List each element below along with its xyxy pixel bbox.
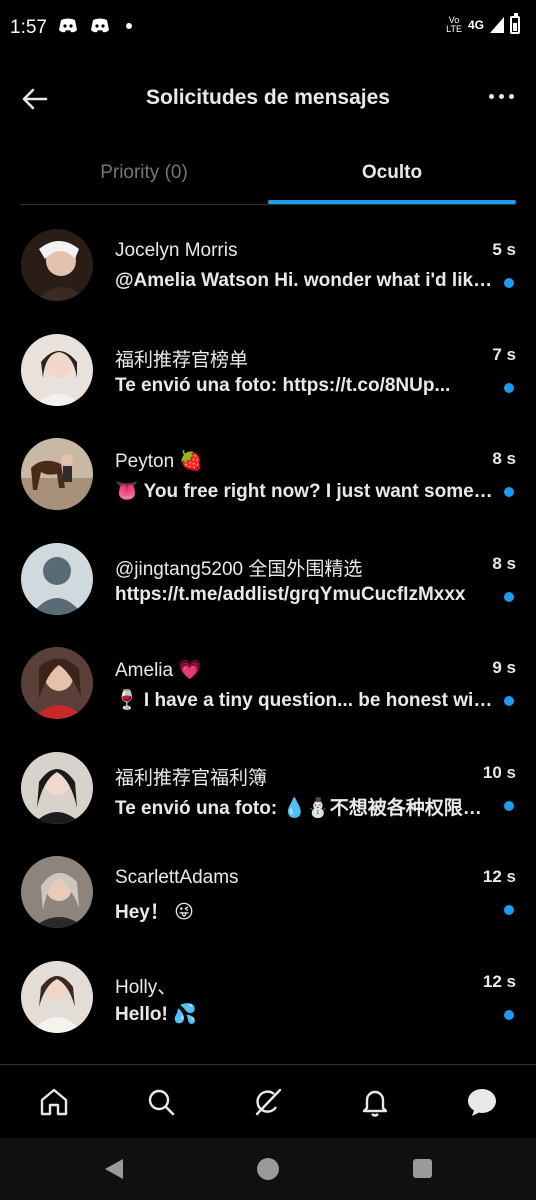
message-preview: Te envió una foto: 💧⛄不想被各种权限限制 [115, 797, 493, 819]
tab-bar: Priority (0) Oculto [20, 142, 516, 205]
nav-search[interactable] [137, 1078, 185, 1126]
unread-indicator [504, 1009, 514, 1020]
message-preview: 👅 You free right now? I just want some f… [115, 481, 493, 502]
message-preview: @Amelia Watson Hi. wonder what i'd like … [115, 270, 493, 291]
more-notifications-dot [126, 23, 132, 29]
sender-name: 福利推荐官榜单 [115, 349, 249, 371]
timestamp: 8 s [492, 449, 516, 468]
timestamp: 9 s [492, 658, 516, 677]
unread-indicator [504, 800, 514, 811]
conversation-item[interactable]: ScarlettAdams 12 s Hey！ 😜 [0, 839, 536, 944]
discord-icon [91, 18, 109, 33]
sender-name: Jocelyn Morris [115, 240, 238, 261]
more-options-button[interactable] [489, 94, 514, 99]
avatar[interactable] [21, 856, 93, 928]
nav-messages[interactable] [458, 1078, 506, 1126]
bell-icon [362, 1090, 388, 1117]
system-nav-bar [0, 1138, 536, 1200]
timestamp: 8 s [492, 553, 516, 573]
status-right: Vo LTE 4G [446, 13, 520, 34]
unread-indicator [504, 487, 514, 497]
message-preview: Hey！ 😜 [115, 902, 194, 923]
status-bar: 1:57 Vo LTE 4G [0, 0, 536, 58]
avatar[interactable] [21, 960, 93, 1033]
message-preview: 🍷 I have a tiny question... be honest wi… [115, 690, 493, 711]
search-icon [148, 1089, 175, 1116]
more-dot-icon [509, 94, 514, 99]
nav-notifications[interactable] [351, 1078, 399, 1126]
timestamp: 10 s [482, 762, 516, 782]
timestamp: 12 s [482, 867, 516, 886]
sender-name: ScarlettAdams [115, 867, 239, 888]
tab-label: Oculto [361, 162, 423, 183]
more-dot-icon [489, 94, 494, 99]
sender-name: Amelia 💗 [115, 660, 203, 681]
unread-indicator [504, 382, 514, 393]
avatar[interactable] [21, 542, 93, 615]
nav-home[interactable] [30, 1078, 78, 1126]
tab-label: Priority (0) [100, 162, 188, 183]
timestamp: 5 s [492, 240, 516, 259]
conversation-item[interactable]: Peyton 🍓 8 s 👅 You free right now? I jus… [0, 421, 536, 526]
avatar[interactable] [21, 438, 93, 510]
message-request-list: Jocelyn Morris 5 s @Amelia Watson Hi. wo… [0, 212, 536, 1064]
message-preview: Hello! 💦 [115, 1003, 197, 1025]
avatar[interactable] [21, 333, 93, 406]
grok-icon [255, 1088, 282, 1116]
avatar[interactable] [21, 647, 93, 719]
conversation-item[interactable]: @jingtang5200 全国外围精选 8 s https://t.me/ad… [0, 526, 536, 631]
unread-indicator [504, 278, 514, 288]
home-icon [40, 1088, 67, 1116]
battery-icon [510, 13, 520, 34]
sender-name: 福利推荐官福利簿 [115, 767, 268, 789]
unread-indicator [504, 905, 514, 915]
nav-grok[interactable] [244, 1078, 292, 1126]
system-back-icon[interactable] [104, 1158, 124, 1180]
conversation-item[interactable]: 福利推荐官福利簿 10 s Te envió una foto: 💧⛄不想被各种… [0, 735, 536, 840]
tab-priority[interactable]: Priority (0) [20, 142, 268, 204]
unread-indicator [504, 696, 514, 706]
system-recents-icon[interactable] [413, 1159, 432, 1178]
message-preview: Te envió una foto: https://t.co/8NUp... [115, 374, 451, 396]
timestamp: 7 s [492, 344, 516, 364]
avatar[interactable] [21, 229, 93, 301]
header: Solicitudes de mensajes [0, 58, 536, 142]
avatar[interactable] [21, 751, 93, 824]
signal-icon [490, 17, 504, 33]
conversation-item[interactable]: Amelia 💗 9 s 🍷 I have a tiny question...… [0, 630, 536, 735]
tab-oculto[interactable]: Oculto [268, 142, 516, 204]
conversation-item-partial[interactable] [0, 1048, 536, 1064]
conversation-item[interactable]: 福利推荐官榜单 7 s Te envió una foto: https://t… [0, 317, 536, 422]
notification-icons [58, 18, 132, 34]
default-avatar-icon [21, 542, 93, 615]
timestamp: 12 s [482, 971, 516, 991]
active-tab-indicator [268, 200, 516, 204]
sender-name: @jingtang5200 全国外围精选 [115, 558, 363, 580]
message-preview: https://t.me/addlist/grqYmuCucfIzMxxx [115, 583, 466, 605]
unread-indicator [504, 591, 514, 602]
bottom-nav [0, 1064, 536, 1139]
sender-name: Peyton 🍓 [115, 451, 204, 472]
status-time: 1:57 [10, 17, 47, 38]
volte-label: Vo LTE [446, 15, 462, 34]
page-title: Solicitudes de mensajes [146, 86, 390, 109]
messages-icon [468, 1089, 497, 1116]
network-type: 4G [467, 18, 484, 32]
discord-icon [59, 18, 77, 33]
more-dot-icon [499, 94, 504, 99]
system-home-icon[interactable] [257, 1158, 279, 1180]
conversation-item[interactable]: Holly、 12 s Hello! 💦 [0, 944, 536, 1049]
conversation-item[interactable]: Jocelyn Morris 5 s @Amelia Watson Hi. wo… [0, 212, 536, 317]
sender-name: Holly、 [115, 976, 177, 998]
